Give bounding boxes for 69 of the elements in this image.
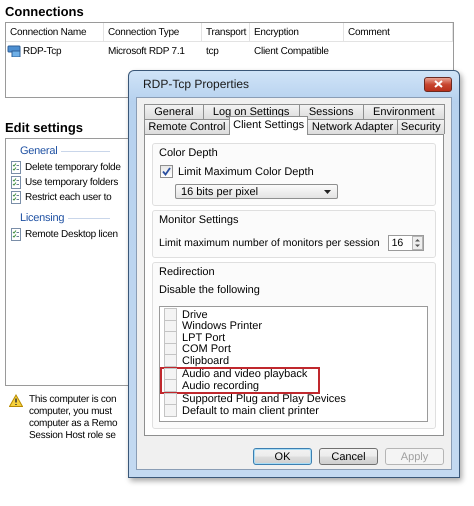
tab[interactable]: Sessions — [298, 104, 364, 119]
close-icon — [434, 80, 442, 88]
section-title: Edit settings — [5, 120, 84, 135]
list-item[interactable]: Windows Printer — [182, 320, 262, 332]
checkbox[interactable] — [164, 368, 177, 381]
table-cell-text: tcp — [205, 46, 220, 56]
warning-text: This computer is con — [29, 394, 118, 406]
color-depth-dropdown[interactable]: 16 bits per pixel — [175, 184, 338, 199]
tab[interactable]: Environment — [362, 104, 445, 119]
warning-text: computer, you must — [29, 406, 113, 418]
list-item[interactable]: COM Port — [182, 343, 231, 356]
check-icon — [162, 167, 171, 176]
checkbox[interactable] — [164, 404, 177, 418]
list-item[interactable]: Audio recording — [182, 380, 260, 392]
field-label: Disable the following — [159, 284, 261, 296]
setting-icon — [10, 161, 22, 174]
field-value: 16 — [392, 237, 404, 249]
table-cell: RDP-Tcp — [23, 46, 62, 56]
column-header[interactable]: Encryption — [250, 23, 344, 41]
dialog-button[interactable]: OK — [253, 448, 312, 465]
checkbox[interactable] — [160, 165, 173, 178]
dialog-button[interactable]: Cancel — [319, 448, 378, 465]
column-header[interactable]: Connection Name — [6, 23, 104, 41]
group-title: Redirection — [159, 266, 216, 278]
warning-text: computer as a Remo — [29, 418, 118, 430]
tab[interactable]: General — [144, 104, 204, 119]
list-item[interactable]: LPT Port — [182, 332, 226, 344]
checkbox-label: Limit Maximum Color Depth — [178, 166, 314, 178]
monitor-count-field[interactable]: 16 — [388, 235, 424, 251]
tab[interactable]: Security — [396, 119, 445, 134]
column-header[interactable]: Transport — [202, 23, 250, 41]
column-header[interactable]: Comment — [344, 23, 453, 41]
dropdown-arrow-icon — [324, 190, 331, 194]
warning-icon — [9, 394, 23, 407]
checkbox[interactable] — [164, 379, 177, 392]
checkbox[interactable] — [164, 354, 177, 368]
table-cell-text: Client Compatible — [253, 46, 330, 56]
connection-icon — [7, 45, 22, 57]
checkbox[interactable] — [164, 308, 177, 322]
checkbox[interactable] — [164, 331, 177, 344]
list-item[interactable]: Clipboard — [182, 354, 230, 367]
list-item[interactable]: Default to main client printer — [182, 404, 319, 417]
group-title: Color Depth — [159, 147, 219, 159]
group-title: Licensing — [20, 212, 64, 224]
setting-icon — [10, 228, 22, 241]
column-header[interactable]: Connection Type — [104, 23, 202, 41]
setting-item[interactable]: Remote Desktop licen — [25, 229, 118, 240]
section-title: Connections — [5, 4, 84, 19]
setting-icon — [10, 191, 22, 204]
setting-item[interactable]: Delete temporary folde — [25, 162, 121, 173]
setting-item[interactable]: Restrict each user to — [25, 192, 112, 203]
setting-icon — [10, 176, 22, 189]
tab[interactable]: Network Adapter — [307, 119, 398, 134]
list-item[interactable]: Drive — [182, 308, 208, 321]
window-title: RDP-Tcp Properties — [143, 77, 250, 91]
group-title: General — [20, 145, 58, 157]
warning-text: Session Host role se — [29, 430, 117, 442]
close-button[interactable] — [424, 76, 452, 92]
dialog-button: Apply — [385, 448, 444, 465]
list-item[interactable]: Supported Plug and Play Devices — [182, 393, 346, 406]
group-title: Monitor Settings — [159, 214, 240, 226]
table-cell-text: Microsoft RDP 7.1 — [107, 46, 186, 56]
dropdown-value: 16 bits per pixel — [181, 186, 258, 198]
setting-item[interactable]: Use temporary folders — [25, 177, 118, 188]
tab[interactable]: Remote Control — [144, 119, 230, 134]
tab[interactable]: Client Settings — [228, 116, 308, 135]
field-label: Limit maximum number of monitors per session — [159, 237, 380, 249]
spinner-icon — [412, 236, 423, 250]
list-item[interactable]: Audio and video playback — [182, 368, 308, 380]
